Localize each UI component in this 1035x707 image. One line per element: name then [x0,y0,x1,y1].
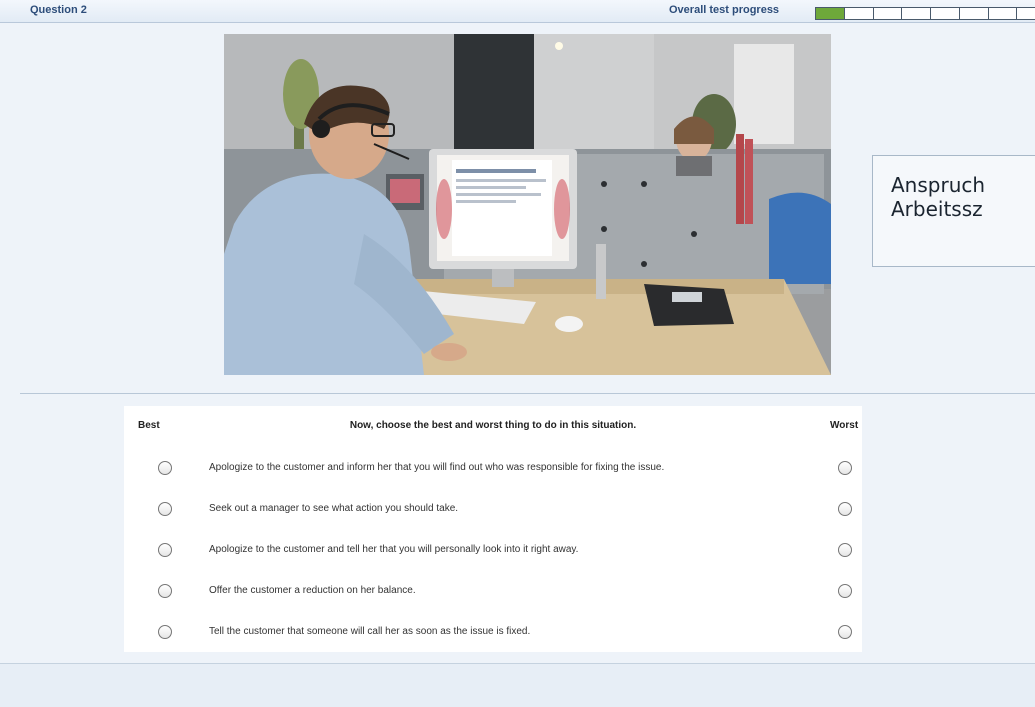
worst-radio[interactable] [838,461,852,475]
option-row: Offer the customer a reduction on her ba… [124,581,862,603]
worst-radio[interactable] [838,584,852,598]
option-row: Seek out a manager to see what action yo… [124,499,862,521]
progress-segment [1017,8,1035,19]
best-radio[interactable] [158,461,172,475]
question-prompt: Now, choose the best and worst thing to … [349,420,637,431]
progress-segment [931,8,960,19]
footer-bar [0,664,1035,707]
question-number: Question 2 [30,4,87,16]
progress-segment [988,8,1018,19]
best-radio[interactable] [158,625,172,639]
scene-photo [224,34,831,375]
best-radio[interactable] [158,543,172,557]
callout-text: Anspruch Arbeitssz [891,173,986,221]
answer-panel: Best Now, choose the best and worst thin… [124,406,862,652]
option-text: Seek out a manager to see what action yo… [209,503,459,514]
best-radio[interactable] [158,584,172,598]
top-bar: Question 2 Overall test progress [0,0,1035,23]
overall-progress-bar [815,7,1035,20]
progress-segment [902,8,931,19]
option-text: Apologize to the customer and tell her t… [209,544,579,555]
progress-segment [844,8,874,19]
progress-segment [959,8,989,19]
option-row: Apologize to the customer and inform her… [124,458,862,480]
progress-segment [873,8,903,19]
option-text: Apologize to the customer and inform her… [209,462,665,473]
option-text: Offer the customer a reduction on her ba… [209,585,416,596]
option-row: Apologize to the customer and tell her t… [124,540,862,562]
instruction-callout: Anspruch Arbeitssz [872,155,1035,267]
best-radio[interactable] [158,502,172,516]
progress-label: Overall test progress [669,4,780,16]
office-scene-illustration [224,34,831,375]
worst-radio[interactable] [838,502,852,516]
worst-column-header: Worst [830,420,859,431]
option-row: Tell the customer that someone will call… [124,622,862,644]
worst-radio[interactable] [838,625,852,639]
progress-segment-complete [816,8,845,19]
section-divider [20,393,1035,394]
worst-radio[interactable] [838,543,852,557]
option-text: Tell the customer that someone will call… [209,626,531,637]
